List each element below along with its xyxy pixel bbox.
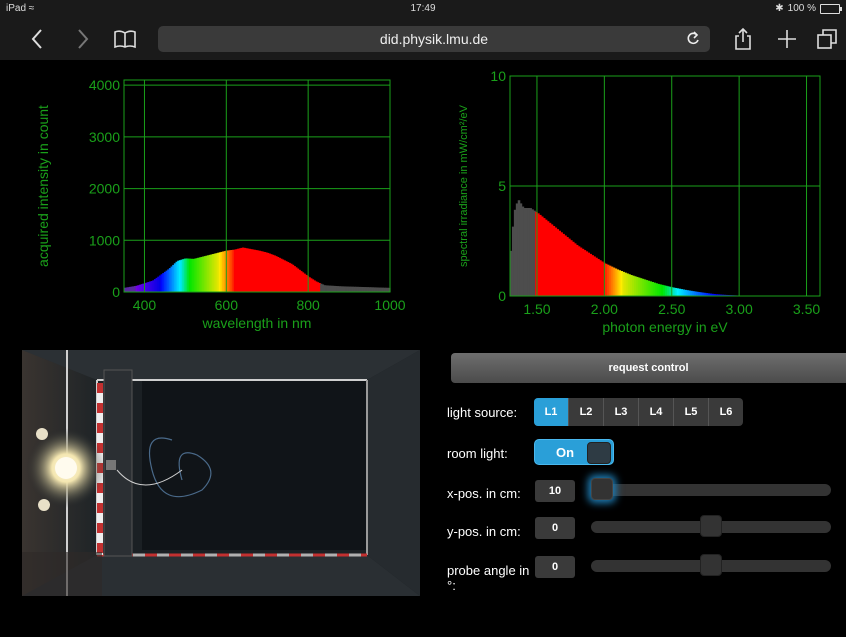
room-light-state: On <box>555 444 575 460</box>
y-tick-label: 1000 <box>89 232 120 248</box>
light-source-label: light source: <box>447 405 518 420</box>
x-axis-label: photon energy in eV <box>602 319 728 335</box>
x-pos-value[interactable]: 10 <box>535 480 575 502</box>
clock: 17:49 <box>410 3 436 14</box>
light-source-l3[interactable]: L3 <box>604 398 639 426</box>
probe-angle-value[interactable]: 0 <box>535 556 575 578</box>
photon-energy-chart: 1.50 2.00 2.50 3.00 3.50 0 5 10 photon energy in… <box>450 68 846 348</box>
x-pos-slider[interactable] <box>591 478 831 500</box>
tabs-icon[interactable] <box>812 24 842 54</box>
wavelength-spectrum-chart: 400 600 800 1000 0 1000 2000 3000 4000 wavelength… <box>20 68 415 348</box>
y-pos-value[interactable]: 0 <box>535 517 575 539</box>
status-bar: iPad ≈ 17:49 ✱ 100 % <box>0 0 846 18</box>
browser-toolbar: did.physik.lmu.de <box>0 18 846 60</box>
room-light-toggle[interactable]: On <box>534 439 614 465</box>
x-tick-label: 2.50 <box>658 301 685 317</box>
x-pos-slider-thumb[interactable] <box>591 478 613 500</box>
camera-image <box>22 350 420 596</box>
x-pos-label: x-pos. in cm: <box>447 486 521 501</box>
battery-percent: 100 % <box>787 3 816 14</box>
address-bar[interactable]: did.physik.lmu.de <box>158 26 710 52</box>
toggle-knob[interactable] <box>587 442 611 464</box>
x-axis-label: wavelength in nm <box>202 315 312 331</box>
experiment-camera-view <box>22 350 420 596</box>
light-source-l4[interactable]: L4 <box>639 398 674 426</box>
y-axis-label: spectral irradiance in mW/cm²/eV <box>458 104 470 267</box>
light-source-l6[interactable]: L6 <box>709 398 743 426</box>
new-tab-icon[interactable] <box>772 24 802 54</box>
x-tick-label: 1000 <box>374 297 405 313</box>
light-source-l5[interactable]: L5 <box>674 398 709 426</box>
reload-icon[interactable] <box>686 31 700 50</box>
photon-energy-svg: 1.50 2.00 2.50 3.00 3.50 0 5 10 photon energy in… <box>458 68 821 335</box>
probe-angle-slider[interactable] <box>591 554 831 576</box>
y-pos-label: y-pos. in cm: <box>447 524 521 539</box>
x-tick-label: 3.50 <box>793 301 820 317</box>
spectrum-area <box>510 200 767 296</box>
url-text: did.physik.lmu.de <box>379 31 489 47</box>
y-tick-label: 5 <box>498 178 506 194</box>
spectrum-area <box>124 247 391 292</box>
battery-icon <box>820 3 842 14</box>
battery-status: ✱ 100 % <box>775 3 842 14</box>
bookmarks-icon[interactable] <box>110 24 140 54</box>
y-axis-label: acquired intensity in count <box>35 105 51 267</box>
x-tick-label: 600 <box>215 297 239 313</box>
share-icon[interactable] <box>728 24 758 54</box>
y-tick-label: 4000 <box>89 77 120 93</box>
x-tick-label: 400 <box>133 297 157 313</box>
probe-angle-slider-thumb[interactable] <box>700 554 722 576</box>
x-tick-label: 800 <box>296 297 320 313</box>
y-tick-label: 10 <box>490 68 506 84</box>
y-pos-slider-thumb[interactable] <box>700 515 722 537</box>
light-source-selector: L1 L2 L3 L4 L5 L6 <box>534 398 743 426</box>
y-pos-slider[interactable] <box>591 515 831 537</box>
x-tick-label: 1.50 <box>523 301 550 317</box>
forward-icon[interactable] <box>68 24 98 54</box>
back-icon[interactable] <box>22 24 52 54</box>
room-light-label: room light: <box>447 446 508 461</box>
request-control-button[interactable]: request control <box>451 353 846 383</box>
y-tick-label: 0 <box>498 288 506 304</box>
y-tick-label: 3000 <box>89 129 120 145</box>
probe-angle-label: probe angle in °: <box>447 563 530 593</box>
light-source-l2[interactable]: L2 <box>569 398 604 426</box>
x-tick-label: 3.00 <box>726 301 753 317</box>
y-tick-label: 2000 <box>89 181 120 197</box>
bluetooth-icon: ✱ <box>775 3 784 14</box>
wavelength-spectrum-svg: 400 600 800 1000 0 1000 2000 3000 4000 wavelength… <box>35 77 406 331</box>
light-source-l1[interactable]: L1 <box>534 398 569 426</box>
x-tick-label: 2.00 <box>591 301 618 317</box>
y-tick-label: 0 <box>112 284 120 300</box>
